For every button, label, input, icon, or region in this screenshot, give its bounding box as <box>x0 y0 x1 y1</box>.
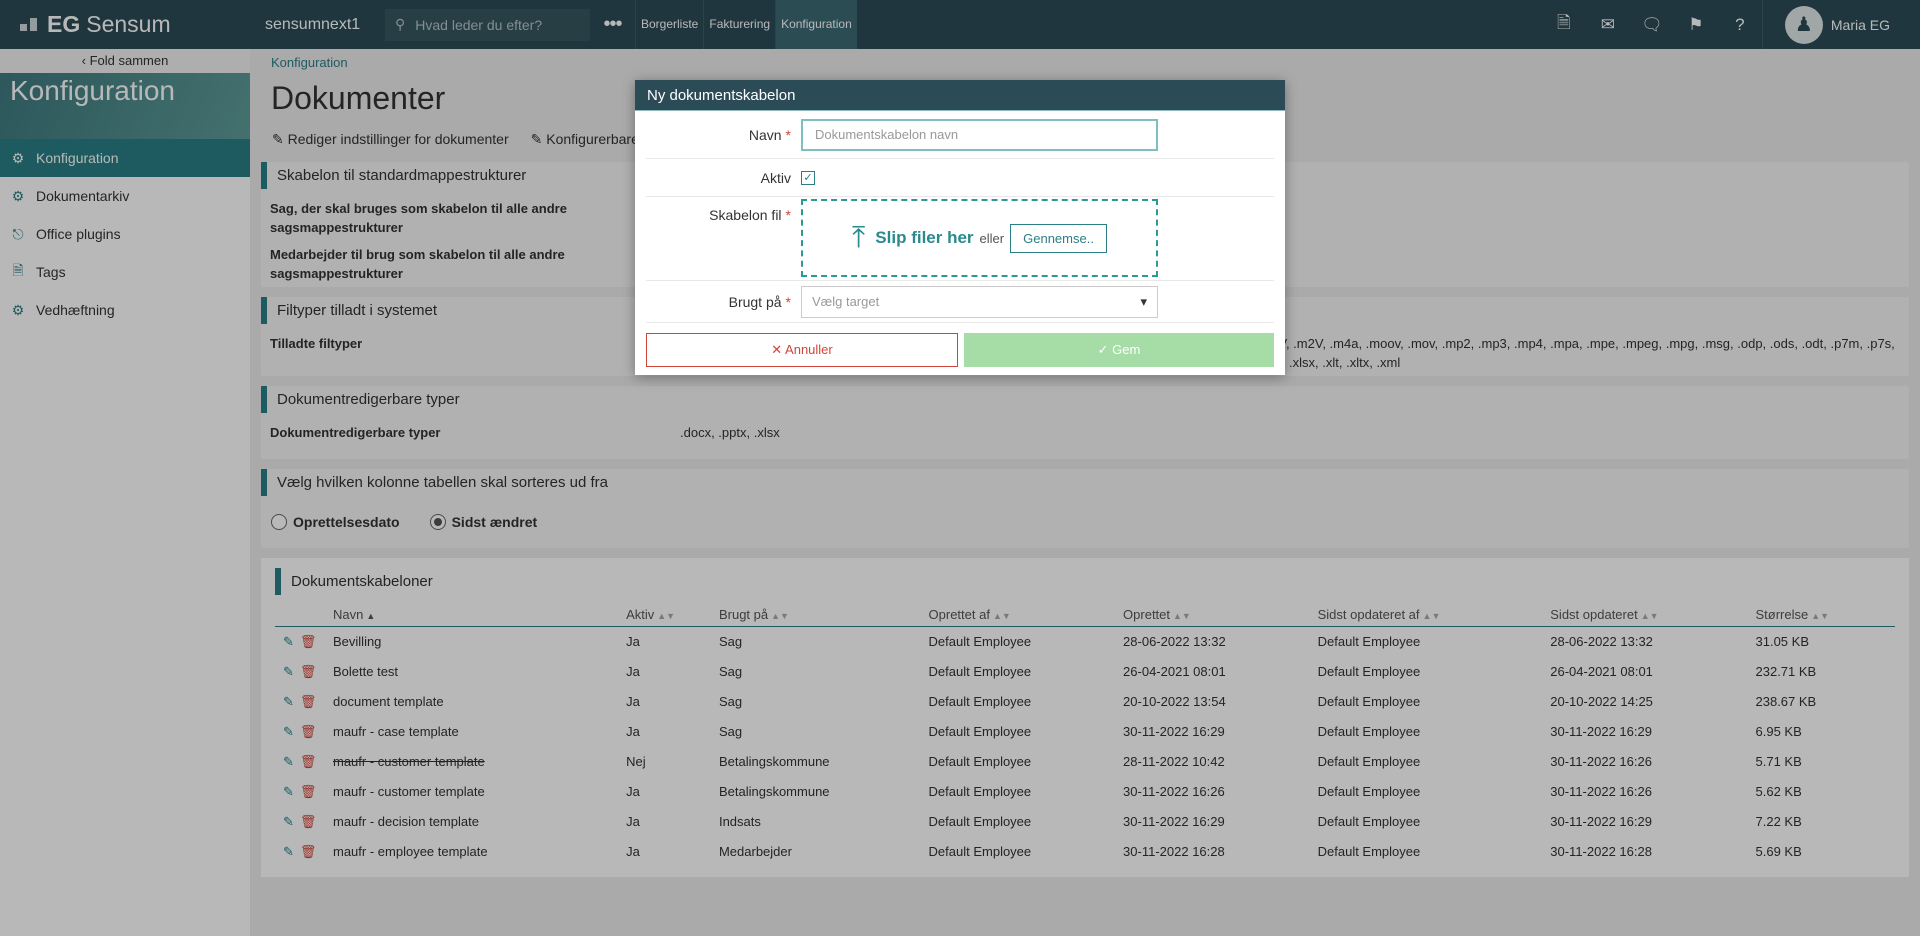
navn-label-text: Navn <box>748 126 782 143</box>
cancel-label: Annuller <box>785 342 833 357</box>
save-button[interactable]: ✓ Gem <box>964 333 1274 367</box>
drop-text: Slip filer her <box>875 228 974 247</box>
required-mark: * <box>785 293 791 310</box>
save-label: Gem <box>1112 342 1141 357</box>
form-row-navn: Navn * Dokumentskabelon navn <box>646 111 1274 159</box>
check-icon: ✓ <box>1097 342 1109 357</box>
or-text: eller <box>979 230 1005 246</box>
file-dropzone[interactable]: ⤒ Slip filer her eller Gennemse.. <box>801 199 1158 277</box>
target-select[interactable]: Vælg target ▾ <box>801 285 1158 318</box>
navn-label: Navn * <box>646 127 801 143</box>
chevron-down-icon: ▾ <box>1140 293 1147 309</box>
template-name-input[interactable]: Dokumentskabelon navn <box>801 118 1158 151</box>
target-select-value: Vælg target <box>812 293 880 309</box>
close-icon: ✕ <box>771 342 783 357</box>
file-label-text: Skabelon fil <box>709 207 782 223</box>
used-label-text: Brugt på <box>728 293 782 310</box>
new-template-dialog: Ny dokumentskabelon Navn * Dokumentskabel… <box>635 80 1285 375</box>
dialog-buttons: ✕ Annuller ✓ Gem <box>635 323 1285 377</box>
form-row-aktiv: Aktiv ✓ <box>646 159 1274 197</box>
form-row-brugt-paa: Brugt på * Vælg target ▾ <box>646 281 1274 323</box>
used-label: Brugt på * <box>646 294 801 310</box>
upload-icon: ⤒ <box>852 221 866 254</box>
dialog-title: Ny dokumentskabelon <box>635 80 1285 111</box>
file-label: Skabelon fil * <box>646 197 801 223</box>
aktiv-label: Aktiv <box>760 169 791 186</box>
form-row-skabelon-fil: Skabelon fil * ⤒ Slip filer her eller Gen… <box>646 197 1274 281</box>
browse-button[interactable]: Gennemse.. <box>1010 223 1107 253</box>
required-mark: * <box>785 207 791 223</box>
cancel-button[interactable]: ✕ Annuller <box>646 333 958 367</box>
required-mark: * <box>785 126 791 143</box>
aktiv-checkbox[interactable]: ✓ <box>801 170 815 185</box>
